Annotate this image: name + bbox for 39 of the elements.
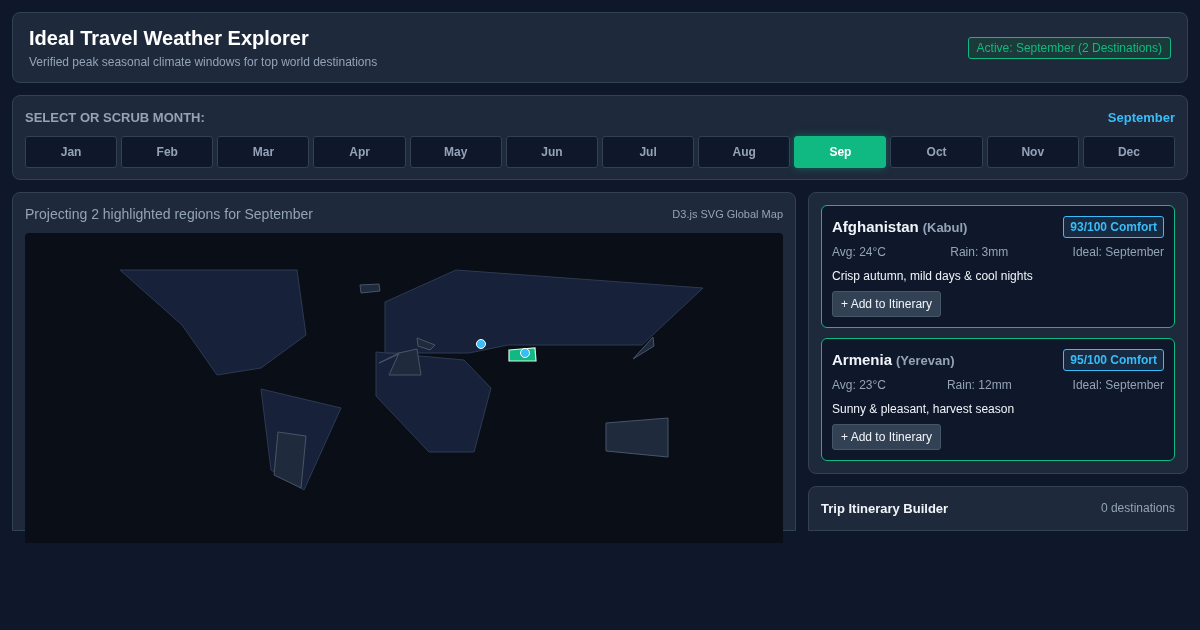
month-button[interactable]: Apr — [313, 136, 406, 168]
country-name: Afghanistan — [832, 218, 919, 235]
app-subtitle: Verified peak seasonal climate windows for top world destinations — [29, 54, 378, 69]
month-button[interactable]: Mar — [217, 136, 310, 168]
month-button[interactable]: Oct — [890, 136, 983, 168]
month-picker-label: SELECT OR SCRUB MONTH: — [25, 109, 205, 125]
month-button[interactable]: Dec — [1082, 136, 1175, 168]
current-month: September — [1107, 109, 1175, 125]
location-pin[interactable] — [476, 339, 486, 349]
city-name: (Yerevan) — [896, 353, 955, 368]
status-badge: Active: September (2 Destinations) — [967, 36, 1171, 59]
destination-description: Sunny & pleasant, harvest season — [832, 402, 1016, 416]
month-button[interactable]: May — [409, 136, 502, 168]
itinerary-title: Trip Itinerary Builder — [821, 501, 949, 516]
month-button[interactable]: Jun — [505, 136, 598, 168]
ideal-month: Ideal: September — [1072, 378, 1164, 392]
month-button[interactable]: Jul — [602, 136, 695, 168]
month-button[interactable]: Nov — [986, 136, 1079, 168]
rainfall: Rain: 12mm — [946, 378, 1012, 392]
ideal-month: Ideal: September — [1072, 245, 1164, 259]
city-name: (Kabul) — [922, 220, 968, 235]
average-temperature: Avg: 24°C — [832, 245, 886, 259]
month-button[interactable]: Aug — [698, 136, 791, 168]
app-title: Ideal Travel Weather Explorer — [29, 26, 310, 50]
map-source-label: D3.js SVG Global Map — [672, 208, 783, 220]
comfort-score-badge: 93/100 Comfort — [1063, 216, 1164, 238]
month-button[interactable]: Jan — [25, 136, 118, 168]
rainfall: Rain: 3mm — [950, 245, 1009, 259]
map-caption: Projecting 2 highlighted regions for September — [25, 206, 313, 222]
landmass-shape — [605, 417, 669, 458]
itinerary-count: 0 destinations — [1100, 501, 1175, 515]
comfort-score-badge: 95/100 Comfort — [1063, 349, 1164, 371]
destination-description: Crisp autumn, mild days & cool nights — [832, 269, 1034, 283]
country-name: Armenia — [832, 351, 893, 368]
landmass-shape — [359, 283, 381, 294]
add-to-itinerary-button[interactable]: + Add to Itinerary — [832, 424, 942, 450]
average-temperature: Avg: 23°C — [832, 378, 886, 392]
month-button[interactable]: Feb — [121, 136, 214, 168]
add-to-itinerary-button[interactable]: + Add to Itinerary — [832, 291, 942, 317]
